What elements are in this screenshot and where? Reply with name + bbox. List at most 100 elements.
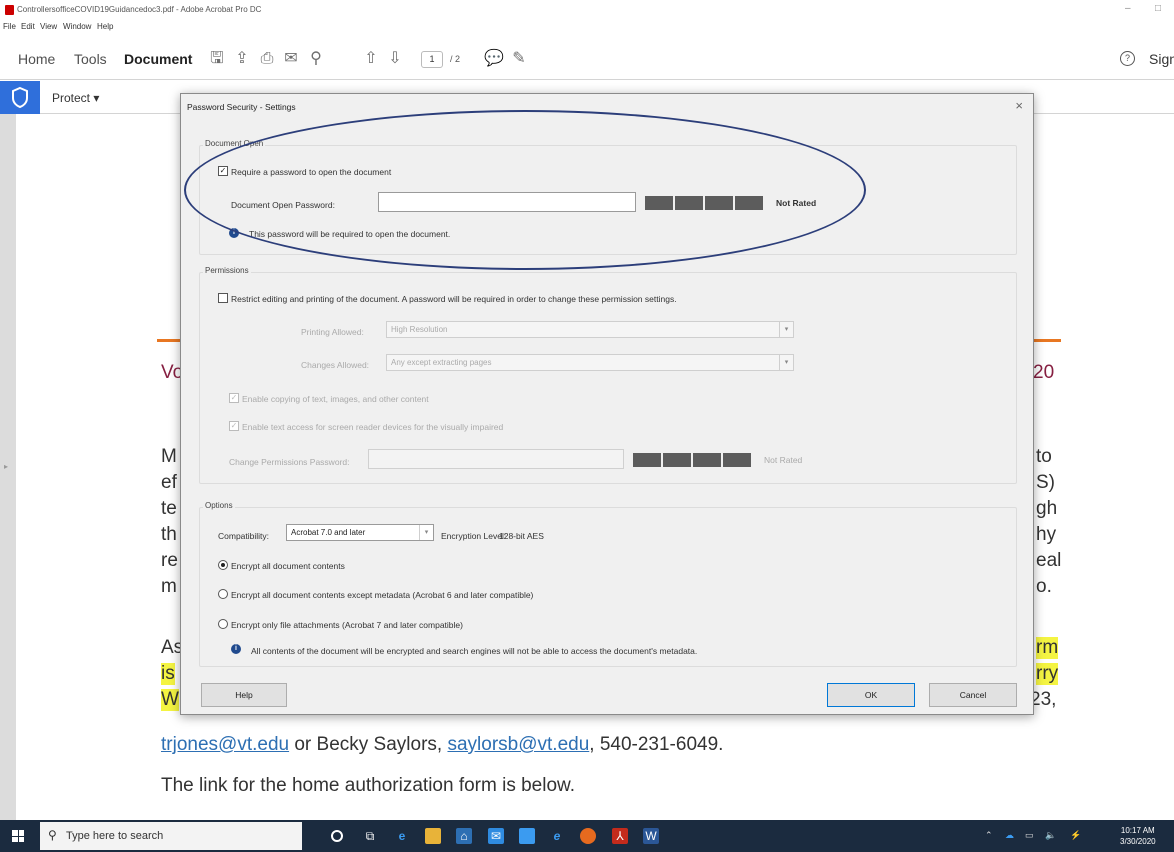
cancel-button[interactable]: Cancel [929,683,1017,707]
protect-menu[interactable]: Protect ▾ [52,91,99,105]
doc-para-right: to [1036,446,1052,467]
battery-icon[interactable]: ▭ [1025,830,1034,841]
expand-panel-icon[interactable]: ▸ [4,462,8,471]
encrypt-all-label: Encrypt all document contents [231,561,345,571]
screen-reader-label: Enable text access for screen reader dev… [242,422,504,432]
open-password-input[interactable] [378,192,636,212]
document-open-group-label: Document Open [203,139,266,148]
upload-icon[interactable]: ⇪ [233,50,251,68]
ok-button[interactable]: OK [827,683,915,707]
chevron-down-icon: ▾ [779,355,793,370]
taskbar-clock[interactable]: 10:17 AM 3/30/2020 [1120,825,1156,847]
word-icon[interactable]: W [643,828,659,844]
screen-reader-checkbox[interactable]: ✓ [229,421,239,431]
perm-password-strength-meter [633,453,751,467]
doc-para-left: re [161,550,178,571]
firefox-icon[interactable] [580,828,596,844]
minimize-button[interactable]: – [1125,3,1131,14]
encrypt-attachments-radio[interactable] [218,619,228,629]
enable-copying-checkbox[interactable]: ✓ [229,393,239,403]
tab-document[interactable]: Document [124,51,192,67]
encrypt-except-metadata-radio[interactable] [218,589,228,599]
network-icon[interactable]: ⚡ [1070,830,1081,841]
enable-copying-label: Enable copying of text, images, and othe… [242,394,429,404]
perm-password-input[interactable] [368,449,624,469]
close-icon[interactable]: × [1015,98,1023,113]
doc-link-line: The link for the home authorization form… [161,775,575,796]
menu-file[interactable]: File [3,22,16,31]
encryption-info: All contents of the document will be enc… [251,646,698,656]
cortana-icon[interactable] [331,830,343,842]
onedrive-icon[interactable]: ☁ [1005,830,1014,841]
volume-icon[interactable]: 🔈 [1045,830,1056,841]
menu-edit[interactable]: Edit [21,22,35,31]
open-password-label: Document Open Password: [231,200,335,210]
store-icon[interactable]: ⌂ [456,828,472,844]
windows-taskbar: ⚲ Type here to search ⧉ e ⌂ ✉ e ⅄ W ⌃ ☁ … [0,820,1174,852]
encrypt-attachments-label: Encrypt only file attachments (Acrobat 7… [231,620,463,630]
main-toolbar: Home Tools Document 🖫 ⇪ ⎙ ✉ ⚲ ⇧ ⇩ 1 / 2 … [0,38,1174,80]
email-link-trjones[interactable]: trjones@vt.edu [161,734,289,755]
doc-contact-mid: or Becky Saylors, [289,734,448,755]
chevron-down-icon: ▾ [419,525,433,540]
windows-start-icon[interactable] [12,830,24,842]
save-icon[interactable]: 🖫 [208,50,226,68]
search-icon: ⚲ [48,828,57,842]
perm-password-label: Change Permissions Password: [229,457,350,467]
acrobat-taskbar-icon[interactable]: ⅄ [612,828,628,844]
doc-as-left-highlight: is [161,663,175,685]
help-icon[interactable]: ? [1120,51,1135,66]
doc-para-right: hy [1036,524,1057,545]
task-view-icon[interactable]: ⧉ [362,828,378,844]
left-panel-rail[interactable]: ▸ [0,114,16,820]
compatibility-select[interactable]: Acrobat 7.0 and later ▾ [286,524,434,541]
print-icon[interactable]: ⎙ [258,50,276,68]
changes-allowed-value: Any except extracting pages [391,358,492,367]
shield-icon[interactable] [0,81,40,114]
sign-in-link[interactable]: Sign [1149,51,1174,67]
printing-allowed-label: Printing Allowed: [301,327,364,337]
tray-chevron-icon[interactable]: ⌃ [985,830,993,841]
open-password-info: This password will be required to open t… [249,229,451,239]
internet-explorer-icon[interactable]: e [549,828,565,844]
mail-icon[interactable]: ✉ [282,50,300,68]
app-icon[interactable] [519,828,535,844]
require-password-label: Require a password to open the document [231,167,392,177]
window-title: ControllersofficeCOVID19Guidancedoc3.pdf… [17,5,262,14]
doc-para-left: M [161,446,177,467]
menu-help[interactable]: Help [97,22,113,31]
encryption-level-value: 128-bit AES [499,531,544,541]
doc-para-left: te [161,498,177,519]
options-group-label: Options [203,501,235,510]
search-icon[interactable]: ⚲ [307,50,325,68]
file-explorer-icon[interactable] [425,828,441,844]
maximize-button[interactable]: □ [1155,3,1161,14]
password-security-dialog: Password Security - Settings × Document … [180,93,1034,715]
tab-tools[interactable]: Tools [74,51,107,67]
next-page-icon[interactable]: ⇩ [386,50,404,68]
email-link-saylorsb[interactable]: saylorsb@vt.edu [447,734,589,755]
taskbar-search-box[interactable]: ⚲ Type here to search [40,822,302,850]
tab-home[interactable]: Home [18,51,55,67]
acrobat-app-icon [5,5,14,15]
encrypt-all-radio[interactable] [218,560,228,570]
doc-para-right: o. [1036,576,1052,597]
doc-heading-right: 20 [1033,362,1055,383]
page-number-input[interactable]: 1 [421,51,443,68]
changes-allowed-select[interactable]: Any except extracting pages ▾ [386,354,794,371]
require-password-checkbox[interactable]: ✓ [218,166,228,176]
chevron-down-icon: ▾ [779,322,793,337]
help-button[interactable]: Help [201,683,287,707]
info-icon: i [231,644,241,654]
restrict-editing-checkbox[interactable] [218,293,228,303]
menu-window[interactable]: Window [63,22,91,31]
pen-icon[interactable]: ✎ [510,50,528,68]
mail-icon[interactable]: ✉ [488,828,504,844]
comment-icon[interactable]: 💬 [484,50,504,68]
edge-icon[interactable]: e [394,828,410,844]
printing-allowed-select[interactable]: High Resolution ▾ [386,321,794,338]
page-total: / 2 [450,54,461,64]
prev-page-icon[interactable]: ⇧ [362,50,380,68]
menu-view[interactable]: View [40,22,57,31]
doc-as-right-highlight: rm [1036,637,1059,659]
